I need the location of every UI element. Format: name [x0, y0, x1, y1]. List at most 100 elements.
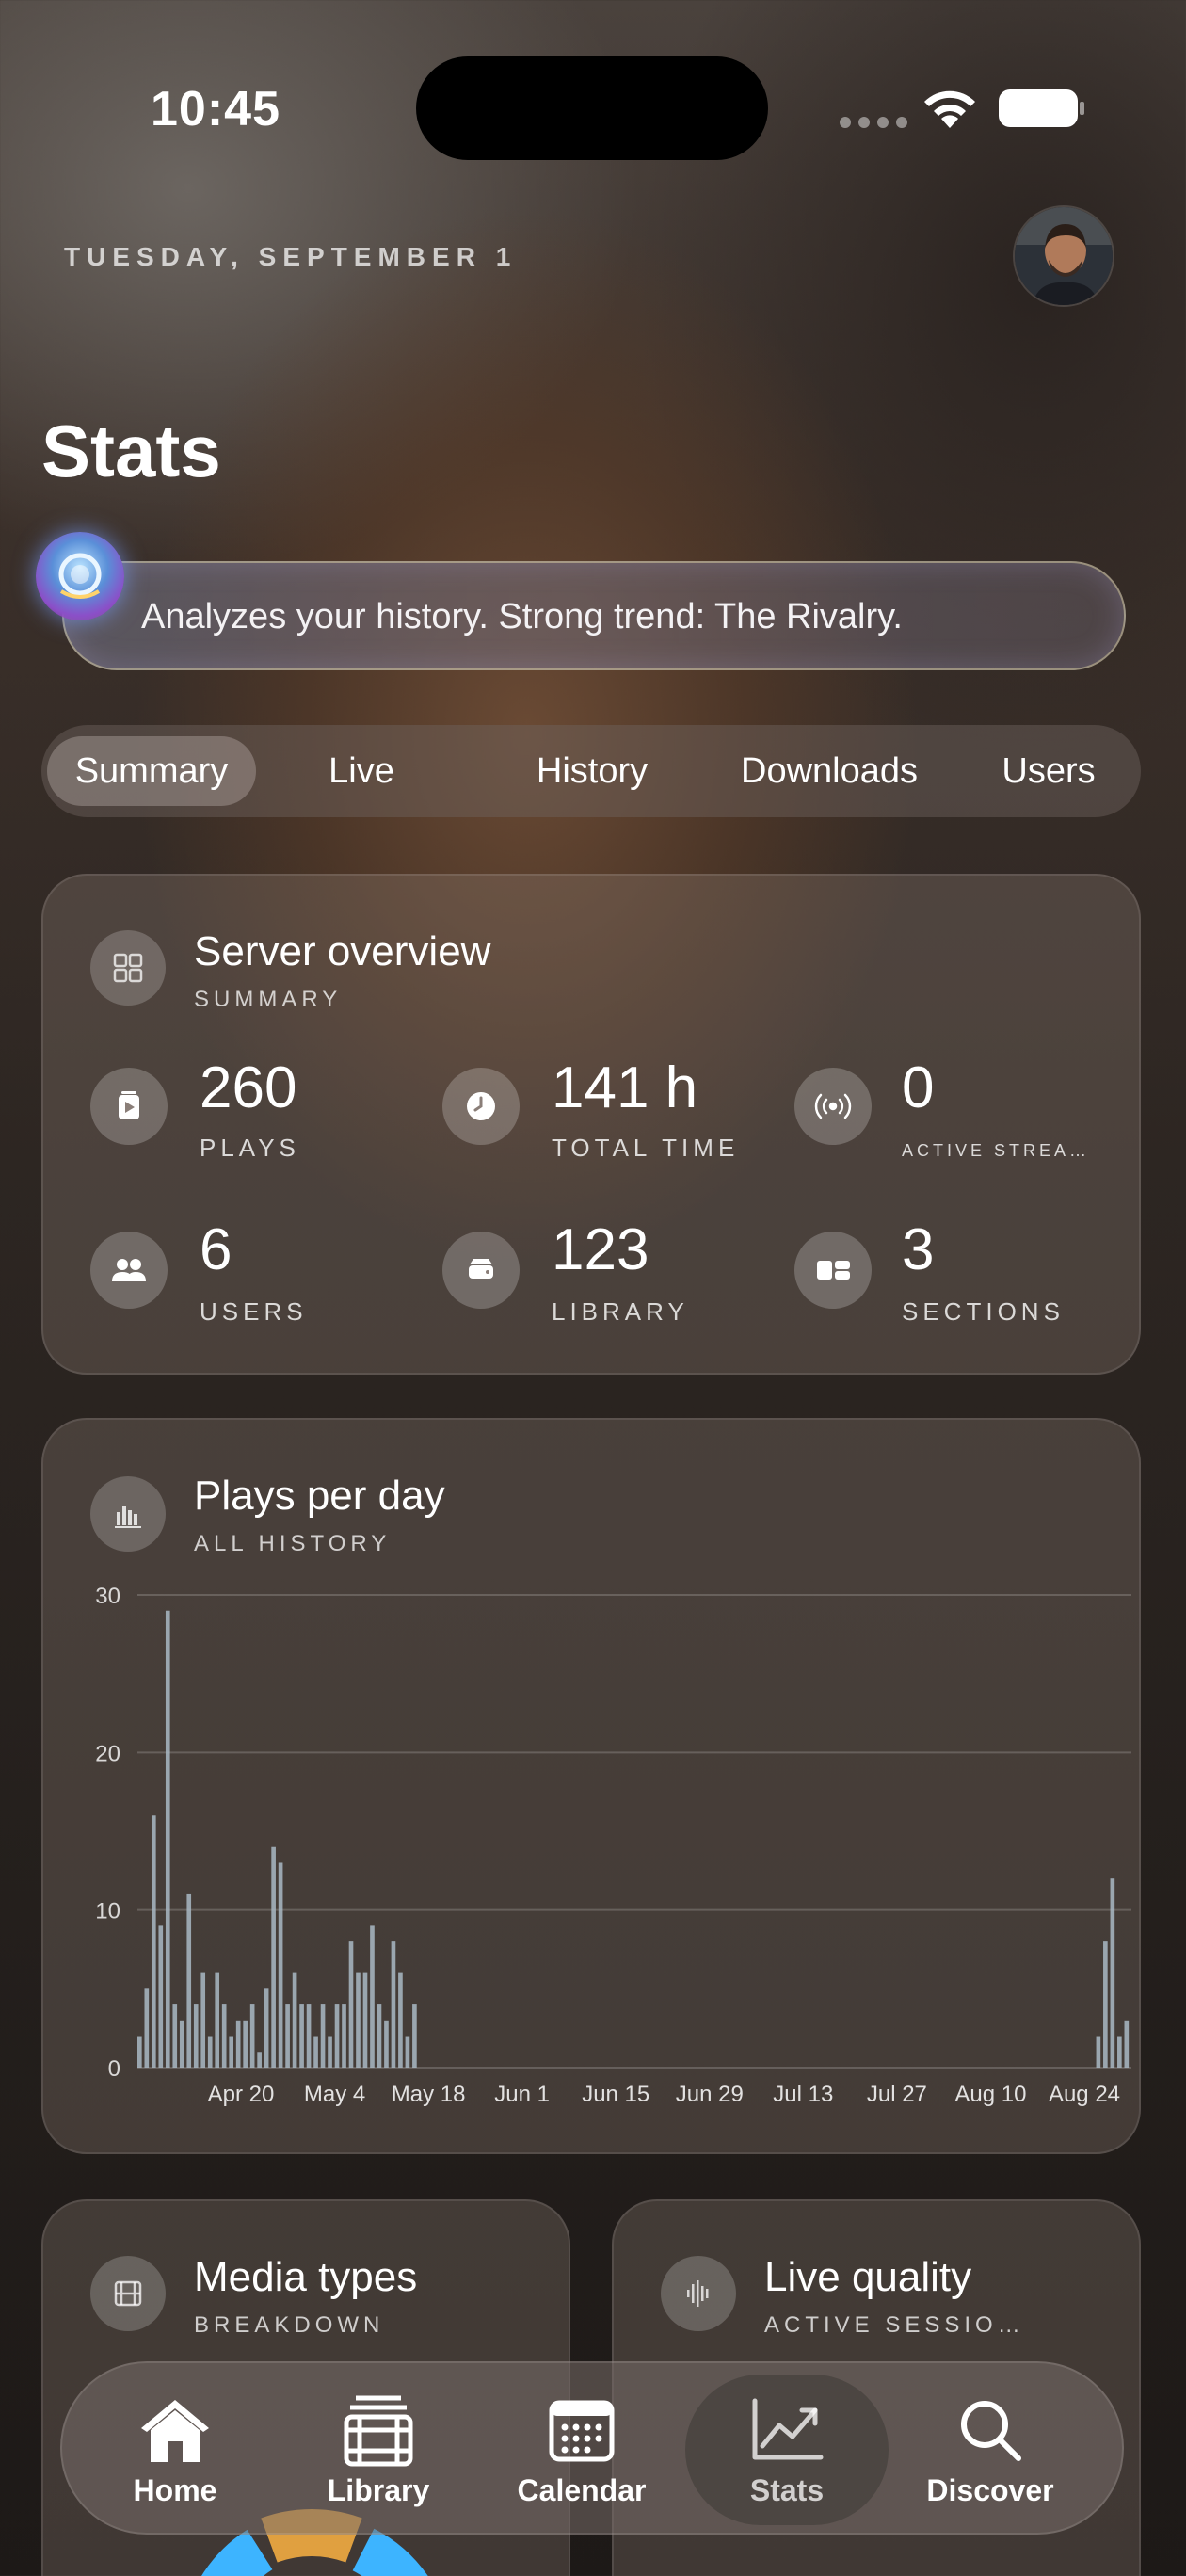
bar — [179, 2020, 184, 2068]
card-title: Server overview — [194, 928, 491, 974]
active-streams-label: ACTIVE STREA… — [902, 1141, 1091, 1160]
x-tick-label: Jul 27 — [867, 2082, 927, 2107]
plays-per-day-chart: 0 10 20 30 Apr 20 May 4 May 18 Jun 1 Jun 15 Jun 2… — [95, 1584, 1131, 2107]
bar — [328, 2036, 332, 2068]
bar — [356, 1972, 361, 2068]
bar — [306, 2004, 312, 2068]
x-tick-label: Apr 20 — [208, 2082, 275, 2107]
bar — [313, 2036, 318, 2068]
ai-insight-text: Analyzes your history. Strong trend: The… — [141, 597, 903, 636]
x-tick-label: Jun 29 — [676, 2082, 744, 2107]
ai-assistant-icon[interactable] — [36, 532, 124, 620]
x-tick-label: Aug 24 — [1049, 2082, 1120, 2107]
ai-insight-banner[interactable]: Analyzes your history. Strong trend: The… — [62, 561, 1126, 670]
tab-summary[interactable]: Summary — [47, 736, 256, 806]
card-subtitle: ACTIVE SESSIO… — [764, 2312, 1025, 2338]
bottom-tab-bar: Home Library Calendar Stats Discover — [60, 2361, 1124, 2535]
x-tick-label: May 18 — [392, 2082, 466, 2107]
bar — [257, 2052, 262, 2068]
users-label: USERS — [200, 1297, 308, 1326]
bar — [398, 1972, 403, 2068]
nav-stats[interactable]: Stats — [685, 2375, 889, 2525]
tab-history[interactable]: History — [493, 736, 691, 806]
y-tick-label: 20 — [95, 1741, 120, 1766]
drive-icon — [442, 1232, 520, 1309]
sections-value: 3 — [902, 1217, 935, 1282]
y-tick-label: 30 — [95, 1584, 120, 1609]
bar — [320, 2004, 326, 2068]
bar — [221, 2004, 227, 2068]
nav-library[interactable]: Library — [277, 2363, 480, 2536]
tab-live[interactable]: Live — [277, 736, 446, 806]
nav-label: Calendar — [517, 2472, 647, 2507]
nav-label: Discover — [926, 2472, 1054, 2507]
stats-tab-bar: Summary Live History Downloads Users — [41, 725, 1141, 817]
x-tick-label: Jun 1 — [494, 2082, 550, 2107]
nav-label: Stats — [749, 2472, 825, 2507]
tab-downloads[interactable]: Downloads — [710, 736, 949, 806]
active-streams-value: 0 — [902, 1055, 935, 1120]
bar — [334, 2004, 340, 2068]
plays-value: 260 — [200, 1055, 297, 1120]
nav-home[interactable]: Home — [73, 2363, 277, 2536]
plays-label: PLAYS — [200, 1134, 300, 1162]
bar — [158, 1925, 164, 2068]
nav-label: Library — [327, 2472, 430, 2507]
bar — [370, 1925, 375, 2068]
waveform-icon — [661, 2256, 736, 2331]
bar — [1110, 1878, 1115, 2068]
bar — [186, 1893, 192, 2068]
wifi-icon — [924, 90, 975, 128]
bar — [348, 1941, 354, 2068]
bar — [151, 1815, 156, 2068]
bar — [1096, 2036, 1101, 2068]
y-tick-label: 10 — [95, 1899, 120, 1924]
bar — [235, 2020, 241, 2068]
bar — [362, 1972, 368, 2068]
date-label: TUESDAY, SEPTEMBER 1 — [64, 242, 518, 271]
library-icon — [343, 2392, 414, 2468]
play-icon — [90, 1068, 168, 1145]
broadcast-icon — [794, 1068, 872, 1145]
y-tick-label: 0 — [108, 2056, 120, 2082]
film-icon — [90, 2256, 166, 2331]
cellular-signal-icon — [840, 117, 907, 128]
bar — [243, 2020, 248, 2068]
bar — [1103, 1941, 1108, 2068]
bar — [144, 1988, 150, 2068]
avatar[interactable] — [1013, 205, 1114, 307]
clock-icon — [442, 1068, 520, 1145]
bar — [292, 1972, 297, 2068]
bar — [1124, 2020, 1130, 2068]
server-overview-card: Server overview SUMMARY 260 PLAYS 141 h … — [41, 874, 1141, 1375]
bar — [271, 1846, 276, 2068]
sections-icon — [794, 1232, 872, 1309]
bar — [278, 1862, 283, 2068]
tab-users[interactable]: Users — [964, 736, 1133, 806]
bar — [165, 1610, 170, 2068]
bar — [264, 1988, 269, 2068]
nav-label: Home — [133, 2472, 217, 2507]
sections-label: SECTIONS — [902, 1297, 1065, 1326]
bar — [249, 2004, 255, 2068]
bar — [200, 1972, 206, 2068]
plays-per-day-card: Plays per day ALL HISTORY 0 10 20 30 Apr 20 M… — [41, 1418, 1141, 2154]
home-icon — [136, 2392, 215, 2468]
bar — [229, 2036, 234, 2068]
bar — [412, 2004, 417, 2068]
total-time-value: 141 h — [552, 1055, 698, 1120]
x-tick-label: Jul 13 — [773, 2082, 833, 2107]
dynamic-island — [416, 56, 768, 160]
bar — [384, 2020, 389, 2068]
x-tick-label: May 4 — [304, 2082, 365, 2107]
card-subtitle: SUMMARY — [194, 987, 343, 1012]
bar — [1117, 2036, 1122, 2068]
card-title: Media types — [194, 2254, 418, 2300]
bar — [285, 2004, 290, 2068]
card-subtitle: BREAKDOWN — [194, 2312, 385, 2338]
bar — [405, 2036, 410, 2068]
nav-calendar[interactable]: Calendar — [480, 2363, 683, 2536]
stats-icon — [749, 2392, 825, 2468]
bar — [391, 1941, 396, 2068]
nav-discover[interactable]: Discover — [889, 2363, 1092, 2536]
